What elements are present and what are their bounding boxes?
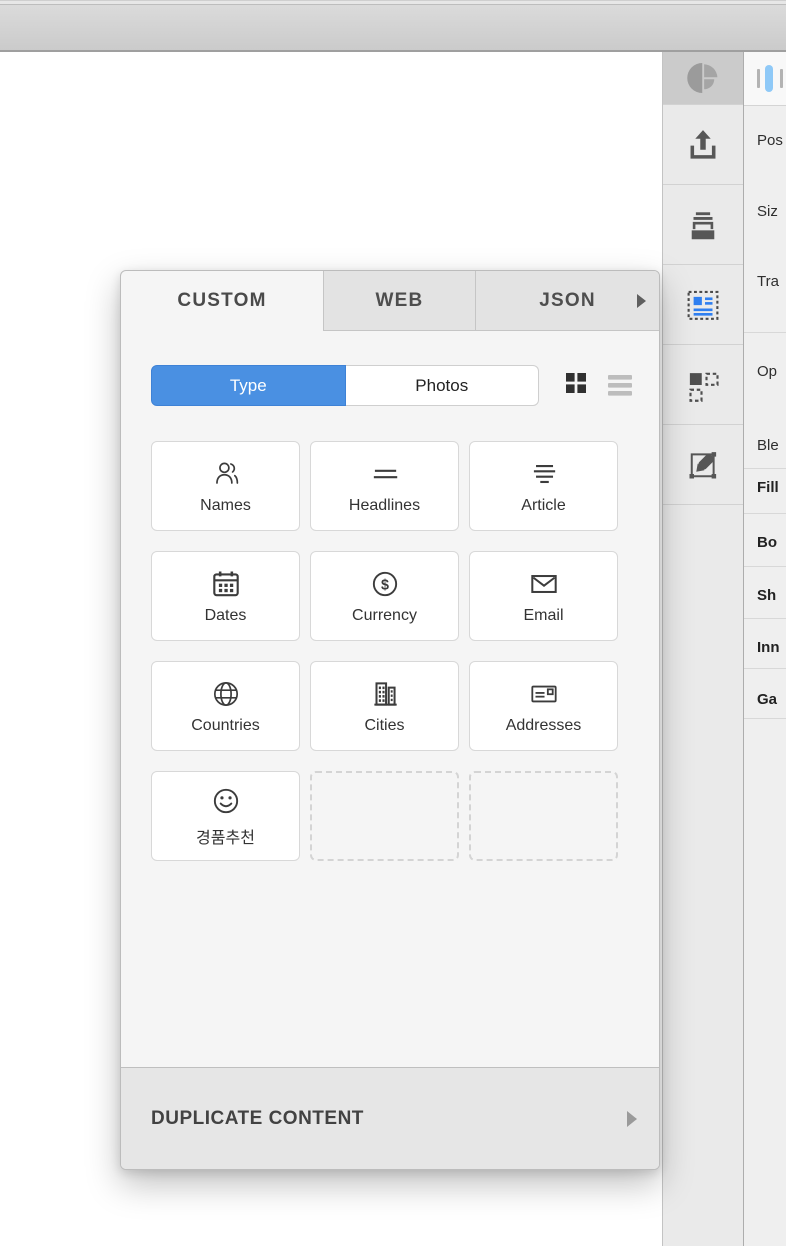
tile-names[interactable]: Names — [151, 441, 300, 531]
countries-icon — [209, 677, 243, 711]
sync-icon — [684, 206, 722, 244]
inspector-label-transform: Tra — [757, 273, 779, 290]
empty-tile-slot — [469, 771, 618, 861]
tab-web-label: WEB — [375, 290, 424, 311]
tile-label: Currency — [352, 607, 417, 624]
toolbar-item-sync[interactable] — [663, 185, 743, 265]
tile-label: Email — [523, 607, 564, 624]
window-titlebar — [0, 0, 786, 52]
inspector-label-position: Pos — [757, 132, 783, 149]
inspector-separator — [744, 566, 786, 567]
inspector-separator — [744, 513, 786, 514]
dollar-glyph: $ — [381, 577, 389, 593]
craft-data-popover: CUSTOM WEB JSON Type Photos Names Headli… — [120, 270, 660, 1170]
tile-label: 경품추천 — [196, 830, 255, 847]
craft-logo-icon — [683, 58, 723, 98]
inspector-panel: Pos Siz Tra Op Ble Fill Bo Sh Inn Ga — [744, 52, 786, 1246]
inspector-separator — [744, 468, 786, 469]
popover-tabs: CUSTOM WEB JSON — [121, 271, 659, 331]
tile-currency[interactable]: $ Currency — [310, 551, 459, 641]
cities-icon — [368, 677, 402, 711]
inspector-label-gaussian-blur: Ga — [757, 691, 778, 708]
inspector-label-blending: Ble — [757, 437, 779, 454]
inspector-label-borders: Bo — [757, 534, 777, 551]
email-icon — [527, 567, 561, 601]
inspector-separator — [744, 332, 786, 333]
tile-label: Cities — [364, 717, 405, 734]
toolbar-item-craft[interactable] — [663, 52, 743, 105]
tile-cities[interactable]: Cities — [310, 661, 459, 751]
toolbar-item-duplicate[interactable] — [663, 345, 743, 425]
toolbar-item-edit[interactable] — [663, 425, 743, 505]
names-icon — [209, 457, 243, 491]
toolbar-item-share[interactable] — [663, 105, 743, 185]
grid-view-icon[interactable] — [566, 373, 586, 393]
chevron-right-icon — [637, 294, 646, 308]
share-icon — [684, 126, 722, 164]
tile-label: Headlines — [348, 497, 421, 514]
tile-label: Names — [200, 497, 251, 514]
empty-tile-slot — [310, 771, 459, 861]
titlebar-top-strip — [0, 1, 786, 5]
inspector-label-fills: Fill — [757, 479, 779, 496]
tab-custom[interactable]: CUSTOM — [121, 271, 323, 331]
inspector-separator — [744, 668, 786, 669]
chevron-right-icon — [627, 1110, 637, 1127]
tile-label: Dates — [204, 607, 247, 624]
craft-toolbar — [662, 52, 744, 1246]
dates-icon — [209, 567, 243, 601]
align-bar-icon — [780, 69, 783, 88]
alignment-toolbar[interactable] — [744, 52, 786, 106]
inspector-separator — [744, 718, 786, 719]
tile-addresses[interactable]: Addresses — [469, 661, 618, 751]
tab-web[interactable]: WEB — [323, 271, 475, 331]
tile-headlines[interactable]: Headlines — [310, 441, 459, 531]
tile-label: Article — [521, 497, 566, 514]
inspector-separator — [744, 618, 786, 619]
tile-countries[interactable]: Countries — [151, 661, 300, 751]
headlines-icon — [368, 457, 402, 491]
tab-custom-label: CUSTOM — [177, 290, 267, 311]
addresses-icon — [527, 677, 561, 711]
align-selected-pill-icon — [765, 65, 773, 92]
toolbar-item-data-content[interactable] — [663, 265, 743, 345]
duplicate-content-row[interactable]: DUPLICATE CONTENT — [121, 1067, 659, 1169]
tile-custom-korean[interactable]: 경품추천 — [151, 771, 300, 861]
duplicate-icon — [683, 365, 723, 405]
tile-label: Addresses — [505, 717, 582, 734]
type-photos-segmented-control: Type Photos — [151, 365, 539, 406]
tile-dates[interactable]: Dates — [151, 551, 300, 641]
tab-json-label: JSON — [539, 290, 596, 311]
inspector-label-size: Siz — [757, 203, 778, 220]
list-view-icon[interactable] — [608, 375, 632, 396]
currency-icon: $ — [368, 567, 402, 601]
inspector-label-opacity: Op — [757, 363, 778, 380]
segment-type[interactable]: Type — [151, 365, 346, 406]
tab-json[interactable]: JSON — [475, 271, 659, 331]
tile-email[interactable]: Email — [469, 551, 618, 641]
inspector-label-inner-shadows: Inn — [757, 639, 780, 656]
edit-icon — [683, 445, 723, 485]
tile-article[interactable]: Article — [469, 441, 618, 531]
smiley-icon — [209, 784, 243, 818]
data-type-grid: Names Headlines Article Dates $ Currency… — [151, 441, 618, 861]
align-bar-icon — [757, 69, 760, 88]
tile-label: Countries — [191, 717, 260, 734]
article-icon — [527, 457, 561, 491]
duplicate-content-label: DUPLICATE CONTENT — [151, 1107, 364, 1129]
inspector-label-shadows: Sh — [757, 587, 777, 604]
data-content-icon — [683, 285, 723, 325]
segment-photos[interactable]: Photos — [345, 365, 539, 406]
